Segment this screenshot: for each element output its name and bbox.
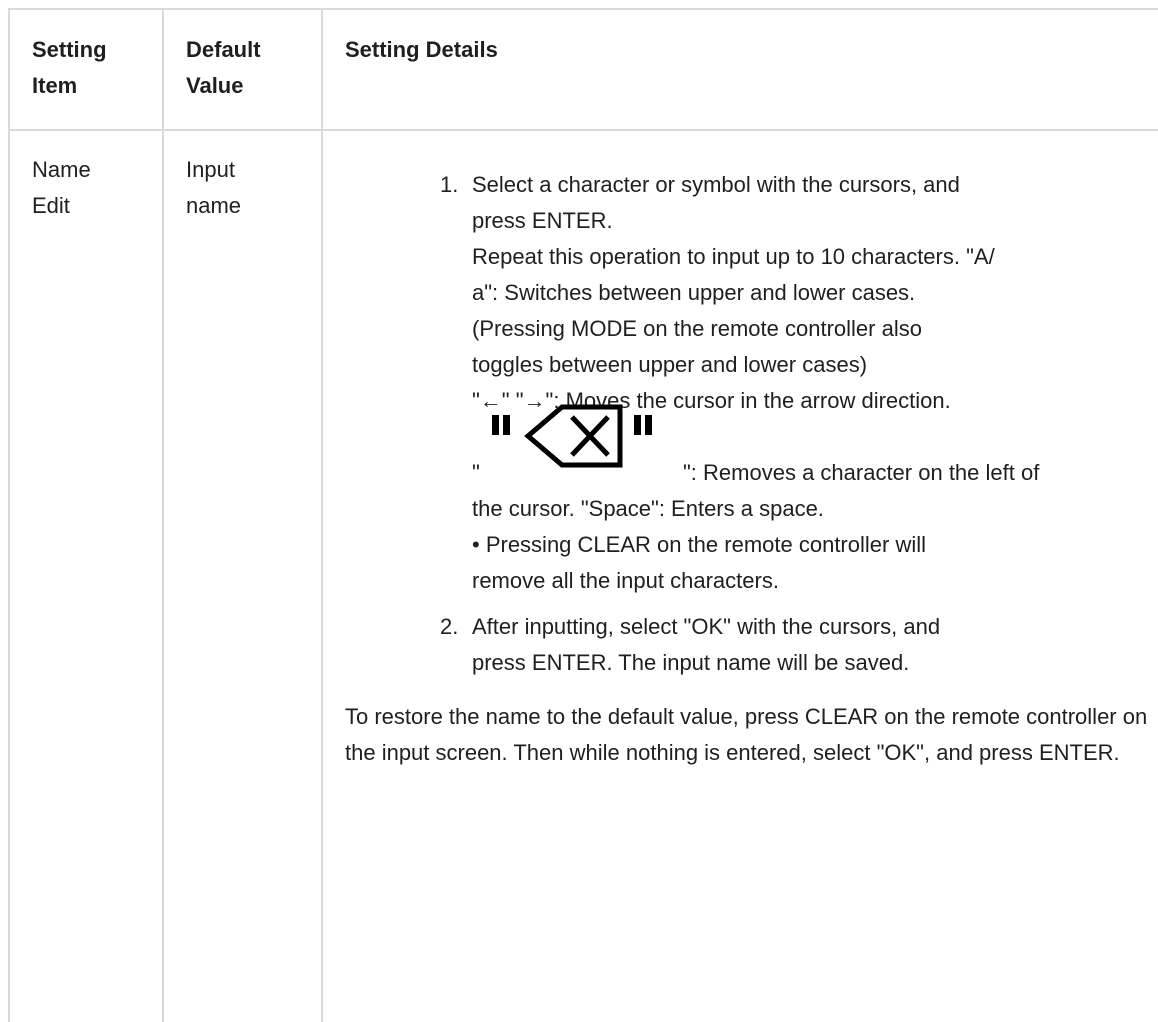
cell-setting-details: 1. Select a character or symbol with the… bbox=[321, 130, 1158, 1022]
backspace-line: " ": Removes a character on the left of bbox=[472, 404, 1158, 491]
table-header-row: Setting Item Default Value Setting Detai… bbox=[8, 8, 1158, 131]
cell-default-value: Input name bbox=[162, 130, 322, 1022]
step-text: the cursor. "Space": Enters a space. bbox=[472, 496, 824, 521]
header-setting-item: Setting Item bbox=[8, 8, 163, 131]
step-text: press ENTER. The input name will be save… bbox=[472, 650, 910, 675]
header-setting-details-label: Setting Details bbox=[345, 37, 498, 62]
step-text: a": Switches between upper and lower cas… bbox=[472, 280, 916, 305]
header-setting-details: Setting Details bbox=[321, 8, 1158, 131]
cell-setting-item: Name Edit bbox=[8, 130, 163, 1022]
default-value-text: Input name bbox=[186, 157, 242, 218]
header-default-value: Default Value bbox=[162, 8, 322, 131]
header-setting-item-label: Setting Item bbox=[32, 37, 107, 98]
table-row: Name Edit Input name 1. Select a charact… bbox=[8, 130, 1158, 1022]
backspace-quote-open: " bbox=[472, 460, 480, 485]
step-number: 1. bbox=[440, 172, 459, 197]
step-number: 2. bbox=[440, 614, 459, 639]
step-text: remove all the input characters. bbox=[472, 568, 779, 593]
backspace-description: ": Removes a character on the left of bbox=[683, 460, 1040, 485]
step-text: Repeat this operation to input up to 10 … bbox=[472, 244, 995, 269]
setting-item-name: Name Edit bbox=[32, 157, 91, 218]
step-item: 2. After inputting, select "OK" with the… bbox=[440, 609, 1158, 681]
step-text: Select a character or symbol with the cu… bbox=[472, 172, 960, 197]
step-text: After inputting, select "OK" with the cu… bbox=[472, 614, 941, 639]
step-text: (Pressing MODE on the remote controller … bbox=[472, 316, 922, 341]
header-default-value-label: Default Value bbox=[186, 37, 261, 98]
settings-table: Setting Item Default Value Setting Detai… bbox=[8, 8, 1158, 1022]
backspace-icon bbox=[492, 404, 652, 468]
step-text: • Pressing CLEAR on the remote controlle… bbox=[472, 532, 926, 557]
step-text: toggles between upper and lower cases) bbox=[472, 352, 868, 377]
step-item: 1. Select a character or symbol with the… bbox=[440, 167, 1158, 599]
step-text: press ENTER. bbox=[472, 208, 613, 233]
steps-list: 1. Select a character or symbol with the… bbox=[345, 167, 1158, 681]
restore-note: To restore the name to the default value… bbox=[345, 704, 1148, 765]
